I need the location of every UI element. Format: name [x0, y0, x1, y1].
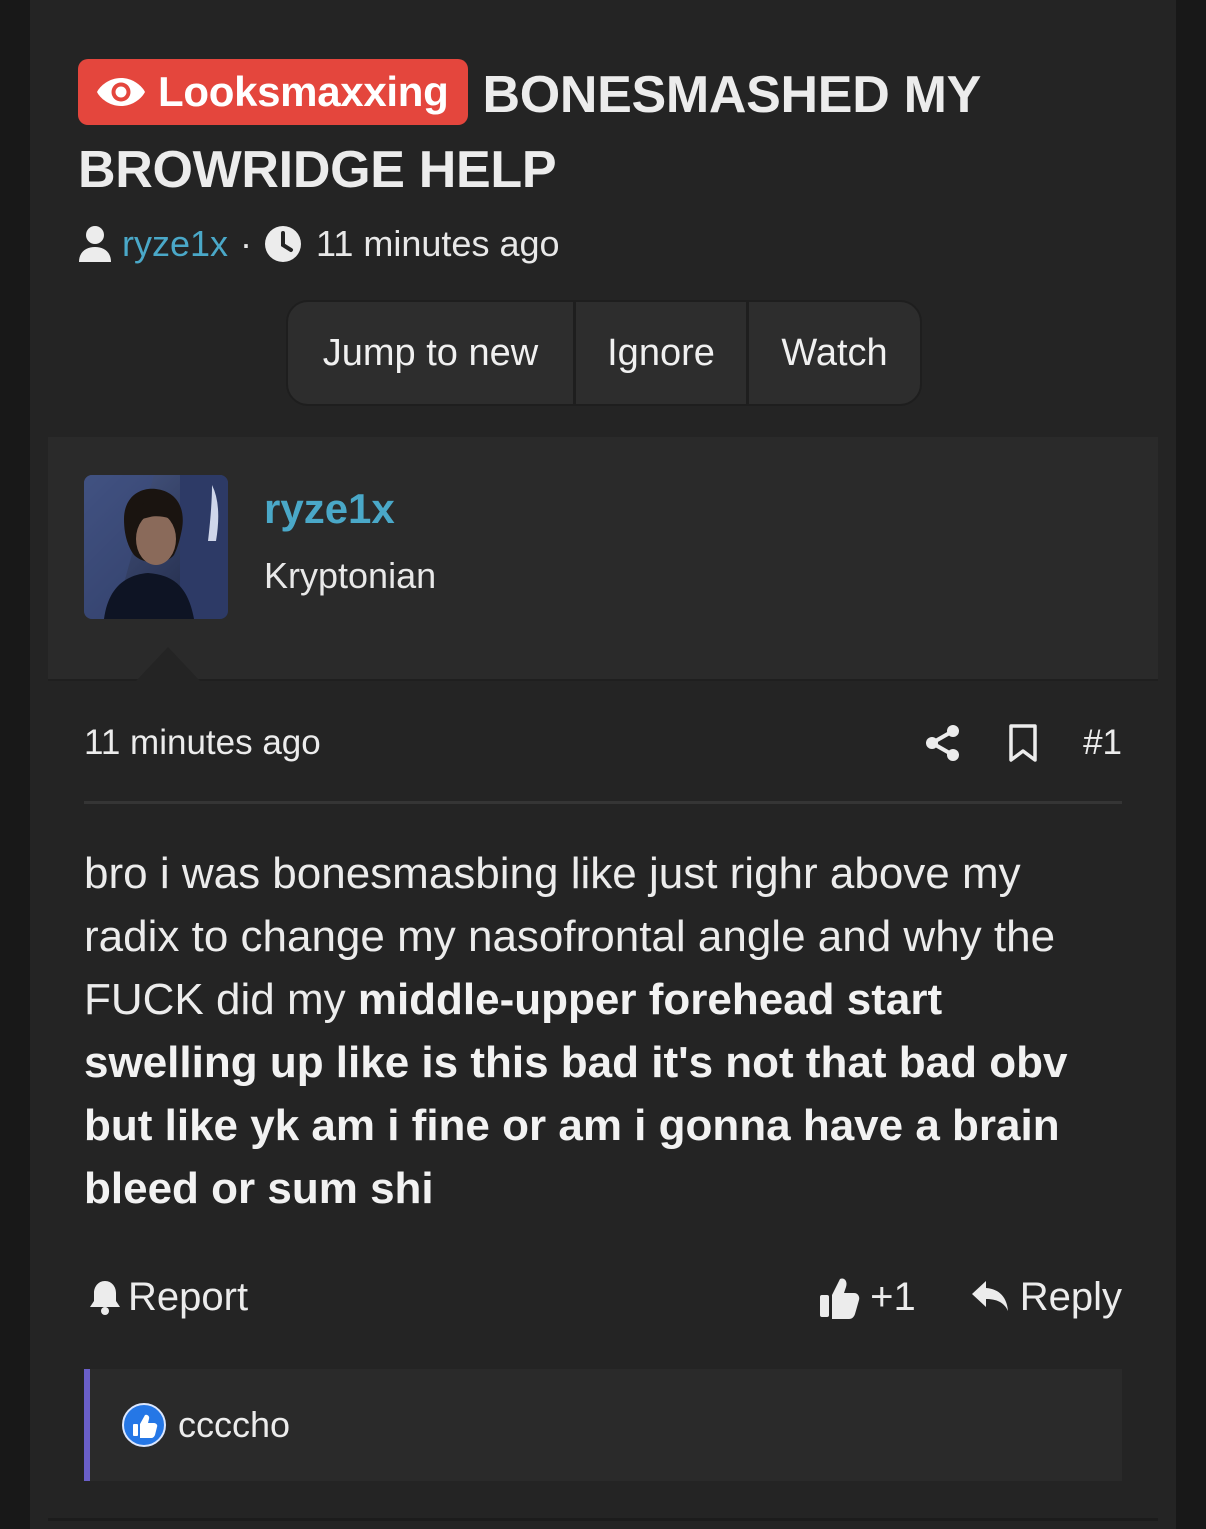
meta-separator: ·: [240, 223, 253, 264]
prefix-label: Looksmaxxing: [158, 68, 449, 115]
post-actions: Report +1 Reply: [88, 1270, 1122, 1324]
eye-icon: [97, 78, 145, 106]
user-icon: [79, 226, 111, 262]
bottom-divider: [48, 1518, 1158, 1521]
reply-icon: [971, 1281, 1008, 1311]
thread-author-link[interactable]: ryze1x: [122, 223, 228, 265]
reply-label: Reply: [1019, 1274, 1122, 1319]
post-user-block: ryze1x Kryptonian: [48, 437, 1158, 681]
user-block-arrow: [136, 647, 200, 681]
bell-icon: [90, 1281, 120, 1315]
jump-to-new-button[interactable]: Jump to new: [288, 302, 576, 404]
ignore-button[interactable]: Ignore: [576, 302, 749, 404]
reactions-bar: ccccho: [84, 1369, 1122, 1481]
report-label: Report: [128, 1274, 249, 1319]
post-number-link[interactable]: #1: [1083, 723, 1122, 763]
post-divider: [84, 801, 1122, 804]
clock-icon: [265, 226, 302, 262]
like-reaction-icon: [122, 1403, 166, 1447]
like-count: +1: [870, 1274, 916, 1319]
report-button[interactable]: Report: [88, 1275, 818, 1320]
user-title: Kryptonian: [264, 555, 437, 596]
avatar[interactable]: [84, 475, 228, 619]
page: Looksmaxxing BONESMASHED MY BROWRIDGE HEL…: [30, 0, 1176, 1529]
reaction-user-link[interactable]: ccccho: [178, 1404, 290, 1446]
thumbs-up-icon: [820, 1278, 860, 1319]
post-body: bro i was bonesmasbing like just righr a…: [84, 842, 1124, 1220]
post-username-link[interactable]: ryze1x: [264, 485, 395, 533]
post-header: 11 minutes ago #1: [84, 718, 1122, 768]
reply-button[interactable]: Reply: [970, 1275, 1122, 1320]
share-icon[interactable]: [923, 723, 963, 763]
avatar-image: [84, 475, 228, 619]
bookmark-icon[interactable]: [1003, 723, 1043, 763]
thread-prefix-badge[interactable]: Looksmaxxing: [78, 59, 469, 125]
post-date-link[interactable]: 11 minutes ago: [84, 723, 883, 763]
thread-title: Looksmaxxing BONESMASHED MY BROWRIDGE HEL…: [78, 58, 1138, 208]
thread-meta: ryze1x · 11 minutes ago: [78, 222, 560, 266]
thread-action-buttons: Jump to new Ignore Watch: [286, 300, 922, 406]
thread-time[interactable]: 11 minutes ago: [316, 223, 560, 265]
like-button[interactable]: +1: [818, 1275, 916, 1320]
watch-button[interactable]: Watch: [749, 302, 920, 404]
